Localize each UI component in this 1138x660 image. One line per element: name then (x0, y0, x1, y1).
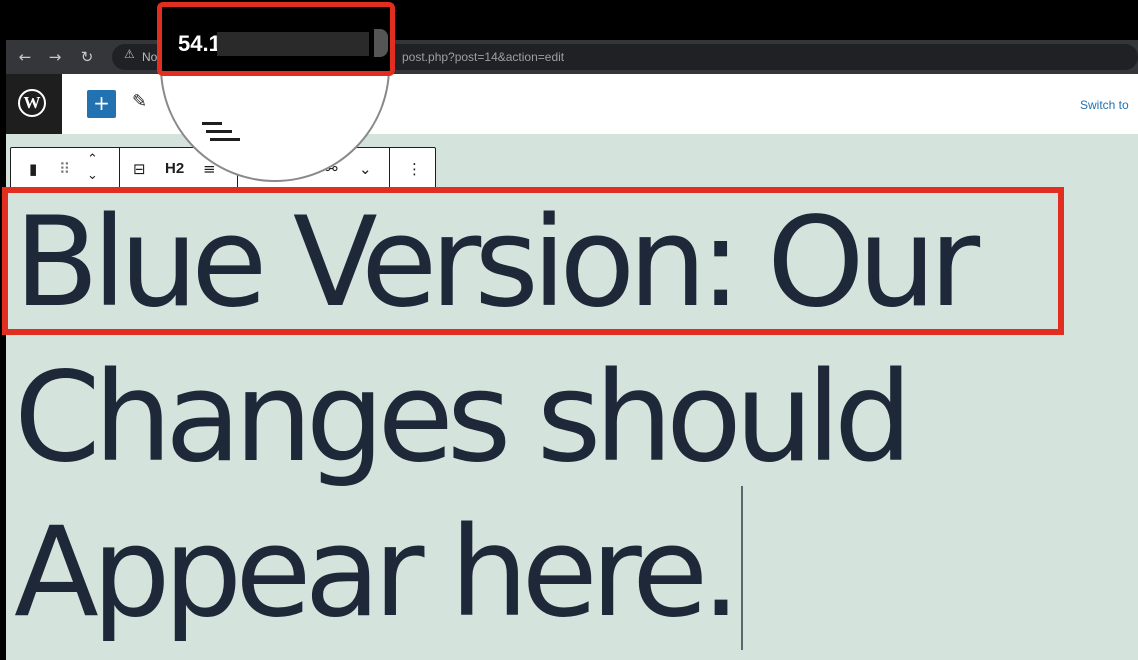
pencil-icon[interactable]: ✎ (132, 91, 147, 112)
url-text[interactable]: post.php?post=14&action=edit (402, 50, 564, 64)
drag-handle-icon[interactable]: ⠿ (59, 158, 70, 180)
bookmark-icon[interactable]: ▮ (29, 158, 37, 180)
more-options-icon[interactable]: ⋮ (407, 158, 422, 180)
redaction-bar (217, 32, 369, 56)
menu-lines-icon (200, 122, 240, 146)
heading-level-button[interactable]: H2 (165, 158, 184, 180)
add-block-button[interactable]: + (87, 90, 116, 118)
chevron-down-icon[interactable]: ⌄ (359, 158, 372, 180)
reload-icon[interactable]: ↻ (76, 46, 98, 68)
forward-arrow-icon[interactable]: → (44, 46, 66, 68)
ip-box-edge (374, 29, 388, 57)
text-caret (741, 486, 743, 650)
ip-address-text: 54.1 (178, 31, 221, 56)
move-up-down-icon[interactable]: ⌃ ⌄ (87, 152, 98, 184)
back-arrow-icon[interactable]: ← (14, 46, 36, 68)
security-label: No (142, 50, 158, 64)
heading-highlight-box (2, 187, 1064, 335)
heading-block-icon[interactable]: ⊟ (133, 158, 146, 180)
warning-icon: ⚠ (124, 47, 135, 61)
wordpress-logo-icon: W (18, 89, 46, 117)
ip-highlight-box: 54.1 (157, 2, 395, 76)
switch-link[interactable]: Switch to (1080, 98, 1129, 112)
wordpress-menu-button[interactable]: W (6, 74, 62, 134)
